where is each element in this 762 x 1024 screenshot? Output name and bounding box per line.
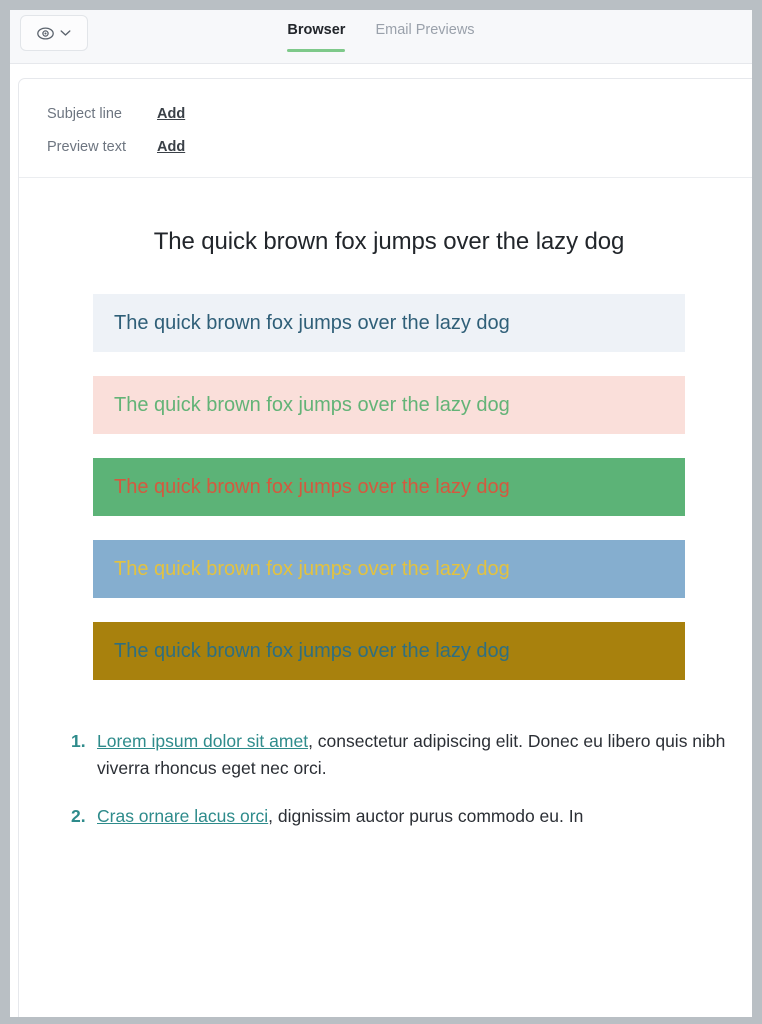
list-item-link[interactable]: Cras ornare lacus orci — [97, 806, 268, 826]
tab-browser[interactable]: Browser — [287, 22, 346, 52]
preview-tabs: Browser Email Previews — [10, 22, 752, 52]
list-item: 1. Lorem ipsum dolor sit amet, consectet… — [71, 728, 735, 781]
subject-line-row: Subject line Add — [47, 106, 752, 122]
preview-viewport: Browser Email Previews Subject line Add … — [10, 10, 752, 1017]
band-green: The quick brown fox jumps over the lazy … — [93, 458, 685, 516]
list-item-number: 1. — [71, 731, 86, 751]
list-item-number: 2. — [71, 806, 86, 827]
subject-line-label: Subject line — [47, 106, 122, 122]
email-body: The quick brown fox jumps over the lazy … — [19, 178, 752, 830]
list-item: 2. Cras ornare lacus orci, dignissim auc… — [71, 803, 735, 830]
email-headline: The quick brown fox jumps over the lazy … — [153, 228, 625, 255]
tab-email-previews[interactable]: Email Previews — [375, 22, 474, 52]
band-gold: The quick brown fox jumps over the lazy … — [93, 622, 685, 680]
list-item-rest: , dignissim auctor purus commodo eu. In — [268, 806, 584, 827]
list-item-text: Cras ornare lacus orci, dignissim auctor… — [97, 803, 583, 830]
band-steel-blue: The quick brown fox jumps over the lazy … — [93, 540, 685, 598]
email-meta-section: Subject line Add Preview text Add — [19, 79, 752, 177]
email-preview-card: Subject line Add Preview text Add The qu… — [18, 78, 752, 1017]
preview-toolbar: Browser Email Previews — [10, 10, 752, 64]
band-light-blue: The quick brown fox jumps over the lazy … — [93, 294, 685, 352]
add-subject-line-link[interactable]: Add — [157, 106, 185, 122]
ordered-list: 1. Lorem ipsum dolor sit amet, consectet… — [19, 728, 752, 830]
add-preview-text-link[interactable]: Add — [157, 139, 185, 155]
list-item-link[interactable]: Lorem ipsum dolor sit amet — [97, 731, 308, 751]
sample-text-bands: The quick brown fox jumps over the lazy … — [19, 294, 752, 680]
preview-text-row: Preview text Add — [47, 139, 752, 155]
preview-text-label: Preview text — [47, 139, 126, 155]
list-item-text: Lorem ipsum dolor sit amet, consectetur … — [97, 728, 735, 781]
band-pink: The quick brown fox jumps over the lazy … — [93, 376, 685, 434]
